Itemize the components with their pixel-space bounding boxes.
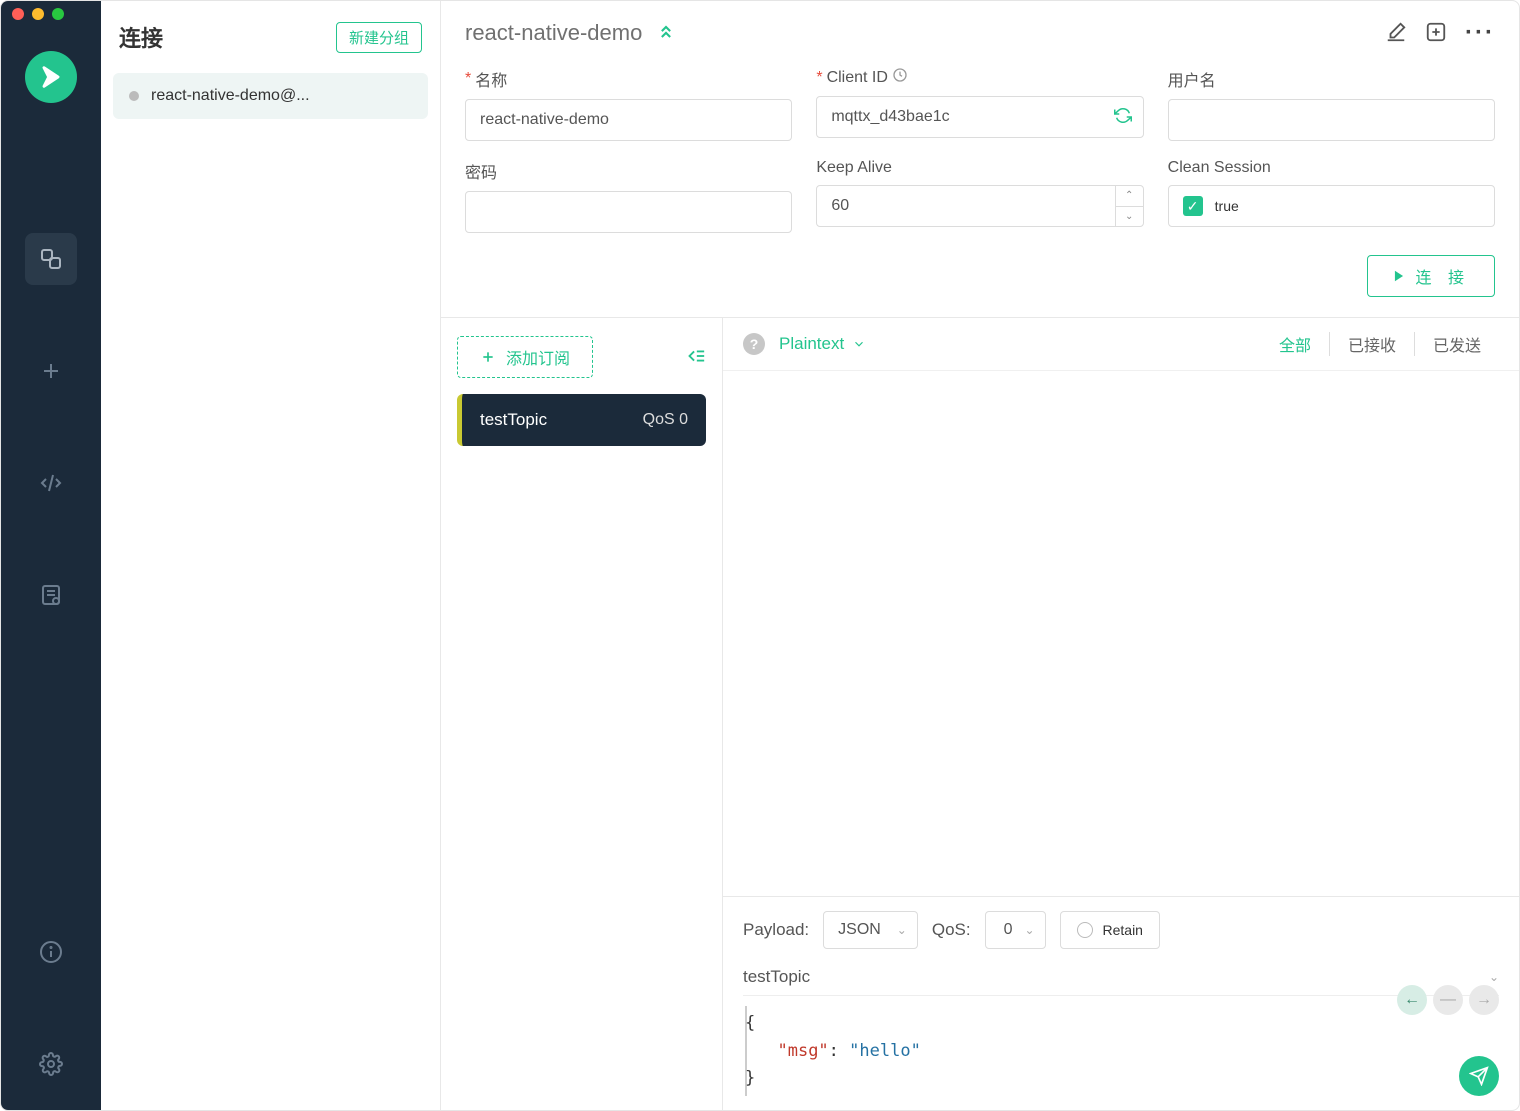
prev-payload-button[interactable]: ← (1397, 985, 1427, 1015)
page-title: react-native-demo (465, 20, 642, 46)
messages-list (723, 371, 1519, 896)
topic-item[interactable]: testTopic QoS 0 (457, 394, 706, 446)
radio-icon (1077, 922, 1093, 938)
subscriptions-panel: 添加订阅 testTopic QoS 0 (441, 318, 723, 1110)
connect-button[interactable]: 连 接 (1367, 255, 1495, 297)
left-nav (1, 1, 101, 1110)
maximize-window-icon[interactable] (52, 8, 64, 20)
payload-label: Payload: (743, 920, 809, 940)
client-id-label: *Client ID (816, 67, 1143, 88)
collapse-form-icon[interactable] (656, 22, 676, 45)
clear-payload-button[interactable]: — (1433, 985, 1463, 1015)
keep-alive-label: Keep Alive (816, 159, 1143, 177)
topic-qos: QoS 0 (643, 411, 688, 429)
new-group-button[interactable]: 新建分组 (336, 22, 422, 53)
nav-log[interactable] (25, 569, 77, 621)
add-subscription-button[interactable]: 添加订阅 (457, 336, 593, 378)
next-payload-button[interactable]: → (1469, 985, 1499, 1015)
publish-panel: Payload: JSON⌄ QoS: 0⌄ Retain (723, 896, 1519, 1110)
payload-editor[interactable]: { "msg": "hello" } (745, 1006, 1499, 1096)
name-label: *名称 (465, 67, 792, 91)
clean-session-field[interactable]: ✓ true (1168, 185, 1495, 227)
tab-sent[interactable]: 已发送 (1415, 332, 1499, 356)
minimize-window-icon[interactable] (32, 8, 44, 20)
nav-settings[interactable] (25, 1038, 77, 1090)
messages-panel: ? Plaintext 全部 已接收 已发送 Payload: (723, 318, 1519, 1110)
qos-label: QoS: (932, 920, 971, 940)
help-icon[interactable]: ? (743, 333, 765, 355)
nav-connections[interactable] (25, 233, 77, 285)
connection-name: react-native-demo@... (151, 87, 310, 105)
connections-panel: 连接 新建分组 react-native-demo@... (101, 1, 441, 1110)
send-button[interactable] (1459, 1056, 1499, 1096)
retain-toggle[interactable]: Retain (1060, 911, 1160, 949)
close-window-icon[interactable] (12, 8, 24, 20)
username-label: 用户名 (1168, 67, 1495, 91)
nav-script[interactable] (25, 457, 77, 509)
nav-info[interactable] (25, 926, 77, 978)
window-controls (12, 8, 64, 20)
app-logo (25, 51, 77, 103)
connections-title: 连接 (119, 21, 163, 53)
nav-new[interactable] (25, 345, 77, 397)
tab-received[interactable]: 已接收 (1330, 332, 1415, 356)
topic-name: testTopic (480, 410, 547, 430)
clean-session-value: true (1215, 198, 1239, 214)
collapse-subscriptions-icon[interactable] (684, 345, 706, 370)
chevron-down-icon[interactable]: ⌄ (1489, 970, 1499, 984)
publish-topic-input[interactable]: testTopic (743, 967, 810, 987)
keep-alive-up[interactable]: ⌃ (1116, 186, 1143, 207)
payload-type-select[interactable]: Plaintext (779, 334, 866, 354)
connection-item[interactable]: react-native-demo@... (113, 73, 428, 119)
username-input[interactable] (1168, 99, 1495, 141)
password-input[interactable] (465, 191, 792, 233)
more-menu-icon[interactable]: ··· (1465, 19, 1495, 47)
clean-session-label: Clean Session (1168, 159, 1495, 177)
refresh-icon[interactable] (1114, 107, 1132, 128)
edit-icon[interactable] (1385, 21, 1407, 46)
password-label: 密码 (465, 159, 792, 183)
clock-icon (892, 67, 908, 88)
keep-alive-input[interactable] (816, 185, 1143, 227)
keep-alive-down[interactable]: ⌄ (1116, 207, 1143, 227)
name-input[interactable] (465, 99, 792, 141)
tab-all[interactable]: 全部 (1261, 332, 1330, 356)
qos-select[interactable]: 0⌄ (985, 911, 1046, 949)
payload-format-select[interactable]: JSON⌄ (823, 911, 918, 949)
new-window-icon[interactable] (1425, 21, 1447, 46)
checkbox-checked-icon: ✓ (1183, 196, 1203, 216)
client-id-input[interactable] (816, 96, 1143, 138)
connection-status-icon (129, 91, 139, 101)
